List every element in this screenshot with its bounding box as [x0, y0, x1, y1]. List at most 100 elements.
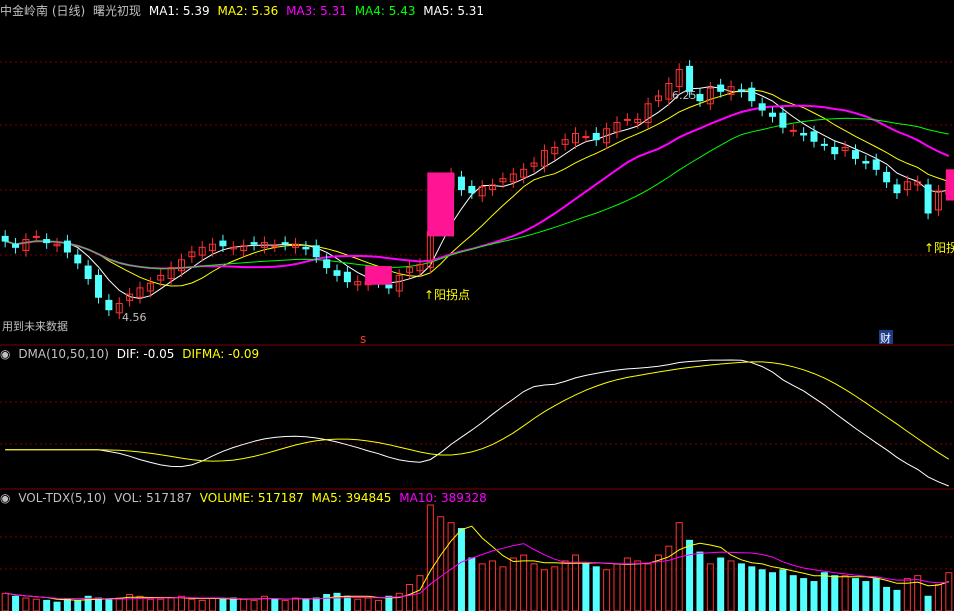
volume-bar	[115, 597, 123, 611]
volume-bar	[426, 504, 434, 611]
volume-bar	[74, 599, 82, 611]
volume-bar	[32, 598, 40, 611]
vol-label: VOL: 517187	[114, 491, 192, 505]
dif-line	[5, 359, 949, 487]
candle-body	[457, 176, 465, 191]
volume-bar	[12, 595, 20, 611]
ma4-line	[5, 117, 949, 270]
stock-name[interactable]: 中金岭南 (日线)	[0, 4, 85, 18]
candle-body	[717, 84, 725, 92]
volume-bar	[364, 597, 372, 611]
volume-bar	[447, 522, 455, 611]
difma-label: DIFMA: -0.09	[182, 347, 260, 361]
volume-bar	[769, 572, 777, 611]
candle-body	[250, 242, 258, 245]
candle-body	[789, 129, 797, 132]
candle-body	[1, 235, 9, 242]
volume-bar	[22, 597, 30, 611]
ma1-label: MA1: 5.39	[148, 4, 210, 18]
volume-bar	[717, 557, 725, 611]
difma-line	[5, 361, 950, 462]
candle-body	[696, 93, 704, 102]
volume-bar	[551, 566, 559, 611]
candle-body	[851, 150, 859, 159]
volume-bar	[934, 584, 942, 611]
candle-body	[623, 118, 631, 121]
dma-name[interactable]: DMA(10,50,10)	[18, 347, 109, 361]
volume-bar	[914, 575, 922, 611]
candle-body	[883, 171, 891, 183]
volume-bar	[893, 589, 901, 611]
dma-panel-header: ◉ DMA(10,50,10) DIF: -0.05 DIFMA: -0.09	[0, 347, 263, 361]
volume-bar	[530, 563, 538, 611]
ma2-line	[5, 89, 949, 287]
candle-body	[385, 284, 393, 289]
event-marker-cai: 财	[880, 331, 891, 345]
volume-bar	[105, 598, 113, 611]
volume-bar	[634, 560, 642, 611]
volume-bar	[603, 569, 611, 611]
candle-body	[592, 132, 600, 141]
volume-bar	[478, 563, 486, 611]
volume-bar	[509, 557, 517, 611]
volume-bar	[831, 575, 839, 611]
volume-bar	[810, 581, 818, 611]
dma-collapse-icon[interactable]: ◉	[0, 347, 10, 361]
candle-body	[271, 245, 279, 248]
volume-bar	[1, 592, 9, 611]
candle-body	[312, 245, 320, 258]
candle-body	[872, 159, 880, 170]
volume-bar	[468, 557, 476, 611]
candle-body	[32, 235, 40, 238]
volume-bar	[188, 598, 196, 611]
ma3-label: MA3: 5.31	[286, 4, 347, 18]
candle-body	[84, 265, 92, 280]
candle-body	[343, 271, 351, 283]
volume-bar	[250, 599, 258, 611]
candle-body	[219, 240, 227, 247]
volume-bar	[219, 598, 227, 611]
volume-bar	[43, 599, 51, 611]
volume-bar	[727, 560, 735, 611]
volume-bar	[177, 595, 185, 611]
candle-body	[924, 184, 932, 214]
volume-bar	[302, 598, 310, 611]
candle-body	[281, 242, 289, 245]
candle-body	[468, 185, 476, 194]
main-panel-header: 中金岭南 (日线) 曙光初现 MA1: 5.39 MA2: 5.36 MA3: …	[0, 4, 488, 18]
volume-bar	[312, 597, 320, 611]
volume-bar	[240, 598, 248, 611]
vol-collapse-icon[interactable]: ◉	[0, 491, 10, 505]
future-data-note: 用到未来数据	[2, 319, 68, 333]
volume-bar	[851, 578, 859, 611]
candle-body	[748, 87, 756, 102]
volume-bar	[281, 599, 289, 611]
signal-label-1: ↑阳拐点	[424, 287, 470, 302]
candle-body	[333, 270, 341, 276]
volume-bar	[561, 560, 569, 611]
signal-box-1	[427, 172, 455, 237]
candle-body	[323, 259, 331, 269]
vol-name[interactable]: VOL-TDX(5,10)	[18, 491, 106, 505]
candle-body	[43, 239, 51, 244]
volume-bar	[800, 578, 808, 611]
indicator-name[interactable]: 曙光初现	[93, 4, 141, 18]
volume-bar	[343, 595, 351, 611]
volume-bar	[582, 563, 590, 611]
volume-bar	[354, 598, 362, 611]
stock-chart[interactable]: 6.25 4.56 ↑阳拐点 ↑阳拐点用到未来数据 s 财	[0, 0, 954, 611]
candle-body	[800, 132, 808, 136]
ma4-label: MA4: 5.43	[354, 4, 416, 18]
event-marker-s: s	[360, 332, 366, 346]
volume-bar	[862, 581, 870, 611]
candle-body	[105, 299, 113, 311]
volume-bar	[613, 563, 621, 611]
candle-body	[686, 65, 694, 92]
volume-bar	[292, 597, 300, 611]
volume-bar	[654, 554, 662, 611]
signal-box-2	[945, 169, 954, 201]
volume-bar	[872, 578, 880, 611]
volume-bar	[437, 516, 445, 611]
signal-box-0	[365, 266, 392, 285]
dif-label: DIF: -0.05	[116, 347, 175, 361]
